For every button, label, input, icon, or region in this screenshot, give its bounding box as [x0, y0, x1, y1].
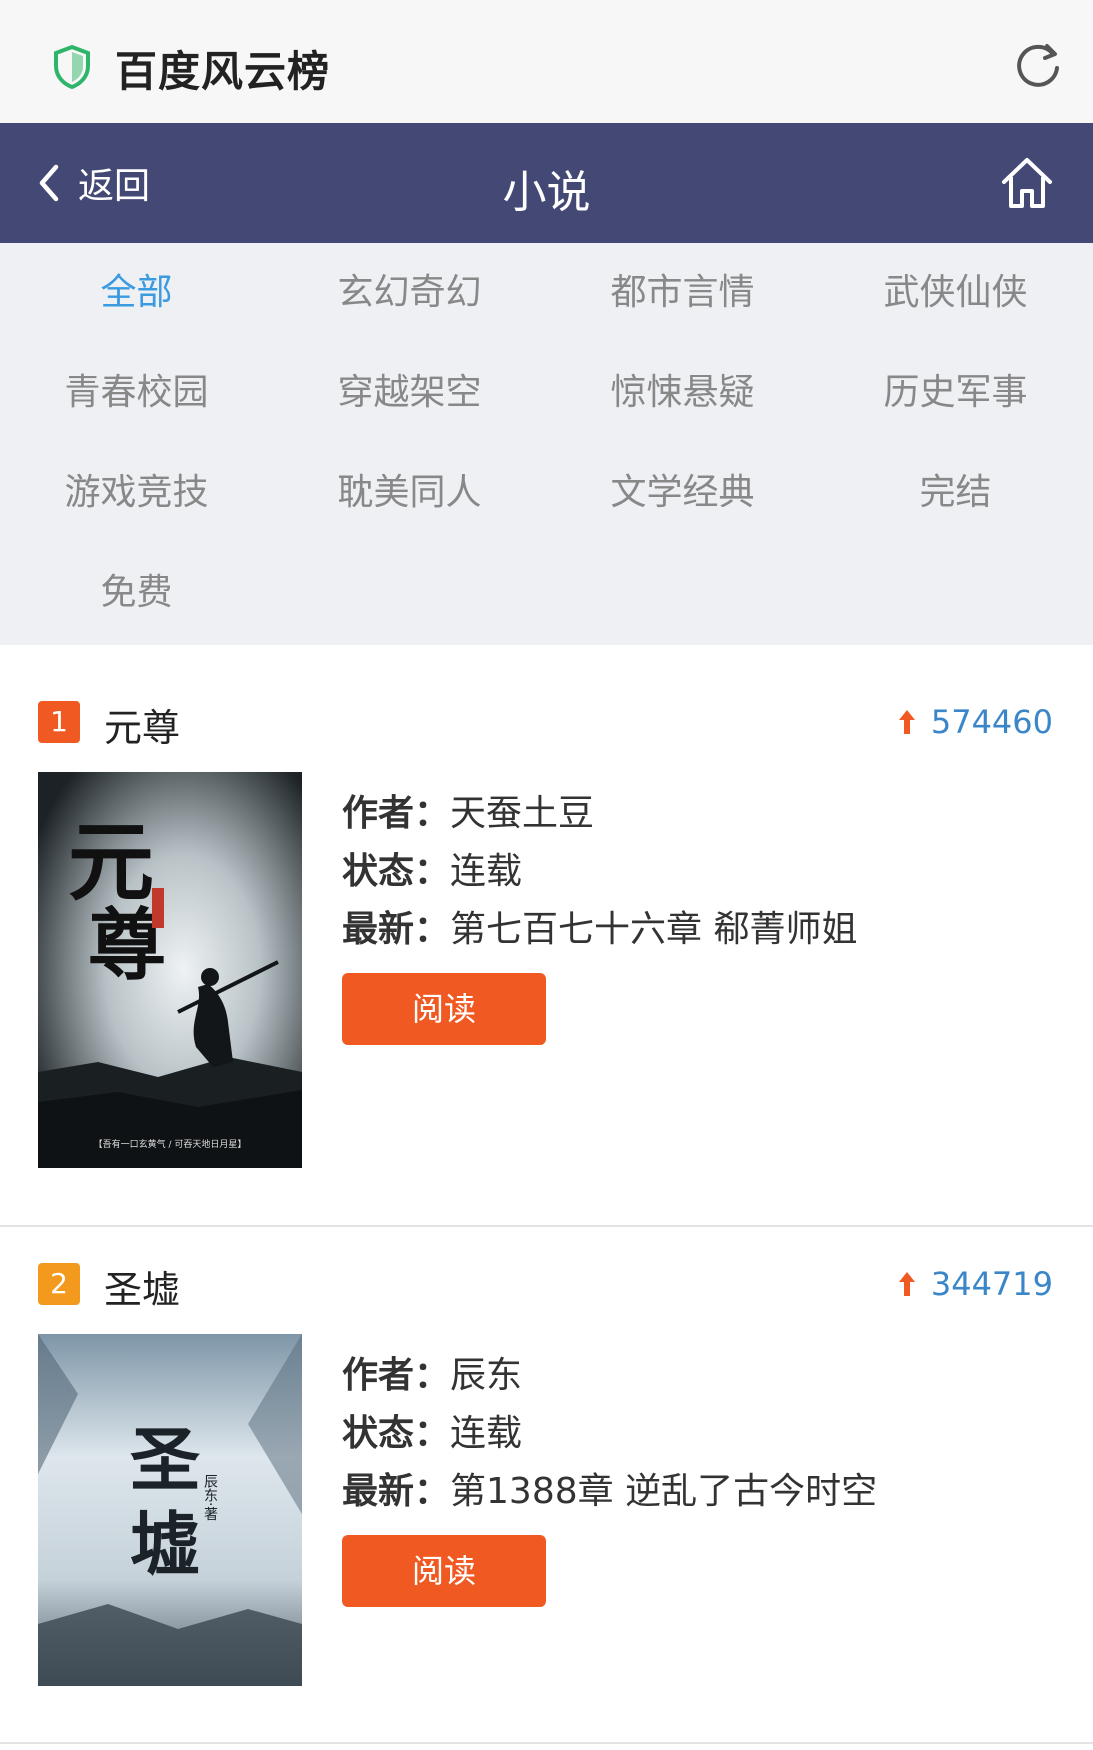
category-wuxia[interactable]: 武侠仙侠 [819, 243, 1092, 343]
author-row: 作者：天蚕土豆 [342, 785, 857, 843]
category-gaming[interactable]: 游戏竞技 [0, 443, 273, 543]
category-urban-romance[interactable]: 都市言情 [546, 243, 819, 343]
shield-icon [54, 44, 90, 90]
category-free[interactable]: 免费 [0, 543, 273, 643]
category-fantasy[interactable]: 玄幻奇幻 [273, 243, 546, 343]
latest-row: 最新：第七百七十六章 郗菁师姐 [342, 901, 857, 959]
status-row: 状态：连载 [342, 1405, 877, 1463]
home-icon[interactable] [999, 155, 1055, 211]
category-time-travel[interactable]: 穿越架空 [273, 343, 546, 443]
book-cover[interactable]: 元 尊 【吾有一口玄黄气 / 可吞天地日月星】 [38, 772, 302, 1168]
category-history[interactable]: 历史军事 [819, 343, 1092, 443]
rank-badge: 1 [38, 701, 80, 743]
latest-label: 最新： [342, 1471, 451, 1512]
arrow-up-icon [898, 1272, 915, 1296]
status-label: 状态： [342, 851, 451, 892]
category-thriller[interactable]: 惊悚悬疑 [546, 343, 819, 443]
cover-image: 元 尊 【吾有一口玄黄气 / 可吞天地日月星】 [38, 772, 302, 1168]
status-row: 状态：连载 [342, 843, 857, 901]
category-classics[interactable]: 文学经典 [546, 443, 819, 543]
cover-caption: 【吾有一口玄黄气 / 可吞天地日月星】 [94, 1138, 247, 1150]
status-value: 连载 [450, 851, 523, 892]
divider [0, 1742, 1093, 1744]
category-grid: 全部 玄幻奇幻 都市言情 武侠仙侠 青春校园 穿越架空 惊悚悬疑 历史军事 游戏… [0, 243, 1093, 645]
cover-image: 圣 墟 辰东·著 [38, 1334, 302, 1686]
latest-chapter[interactable]: 第1388章 逆乱了古今时空 [450, 1471, 877, 1512]
list-item[interactable]: 2 圣墟 344719 圣 墟 辰东·著 作者：辰东 状态：连载 最新：第138… [0, 1227, 1093, 1750]
category-all[interactable]: 全部 [0, 243, 273, 343]
category-completed[interactable]: 完结 [819, 443, 1092, 543]
read-button[interactable]: 阅读 [342, 973, 546, 1045]
app-title: 百度风云榜 [115, 47, 331, 96]
book-meta-rows: 作者：辰东 状态：连载 最新：第1388章 逆乱了古今时空 [342, 1347, 877, 1521]
cover-seal [152, 888, 164, 928]
status-label: 状态： [342, 1413, 451, 1454]
latest-row: 最新：第1388章 逆乱了古今时空 [342, 1463, 877, 1521]
author-label: 作者： [342, 1355, 451, 1396]
cover-title-char-1: 元 [68, 812, 154, 913]
hot-value: 344719 [930, 1265, 1053, 1303]
author-label: 作者： [342, 793, 451, 834]
author-row: 作者：辰东 [342, 1347, 877, 1405]
category-youth[interactable]: 青春校园 [0, 343, 273, 443]
cover-author: 辰东·著 [202, 1474, 218, 1521]
cover-title-char-2: 墟 [130, 1503, 200, 1586]
status-value: 连载 [450, 1413, 523, 1454]
hot-value: 574460 [930, 703, 1053, 741]
rank-badge: 2 [38, 1263, 80, 1305]
category-danmei[interactable]: 耽美同人 [273, 443, 546, 543]
author-value: 辰东 [450, 1355, 523, 1396]
nav-bar: 返回 小说 [0, 123, 1093, 243]
refresh-icon[interactable] [1013, 40, 1063, 90]
latest-label: 最新： [342, 909, 451, 950]
app-header: 百度风云榜 [0, 0, 1093, 123]
book-title[interactable]: 圣墟 [104, 1259, 180, 1314]
arrow-up-icon [898, 710, 915, 734]
author-value: 天蚕土豆 [450, 793, 595, 834]
cover-title-char-1: 圣 [130, 1418, 200, 1501]
latest-chapter[interactable]: 第七百七十六章 郗菁师姐 [450, 909, 857, 950]
list-item[interactable]: 1 元尊 574460 元 尊 【吾有一口玄黄气 / 可吞天地日月星】 作者：天… [0, 645, 1093, 1225]
hot-count: 574460 [897, 703, 1053, 741]
book-meta: 作者：天蚕土豆 状态：连载 最新：第七百七十六章 郗菁师姐 [342, 785, 857, 959]
read-button[interactable]: 阅读 [342, 1535, 546, 1607]
book-title[interactable]: 元尊 [104, 697, 180, 752]
page-title: 小说 [502, 167, 591, 218]
book-cover[interactable]: 圣 墟 辰东·著 [38, 1334, 302, 1686]
hot-count: 344719 [897, 1265, 1053, 1303]
